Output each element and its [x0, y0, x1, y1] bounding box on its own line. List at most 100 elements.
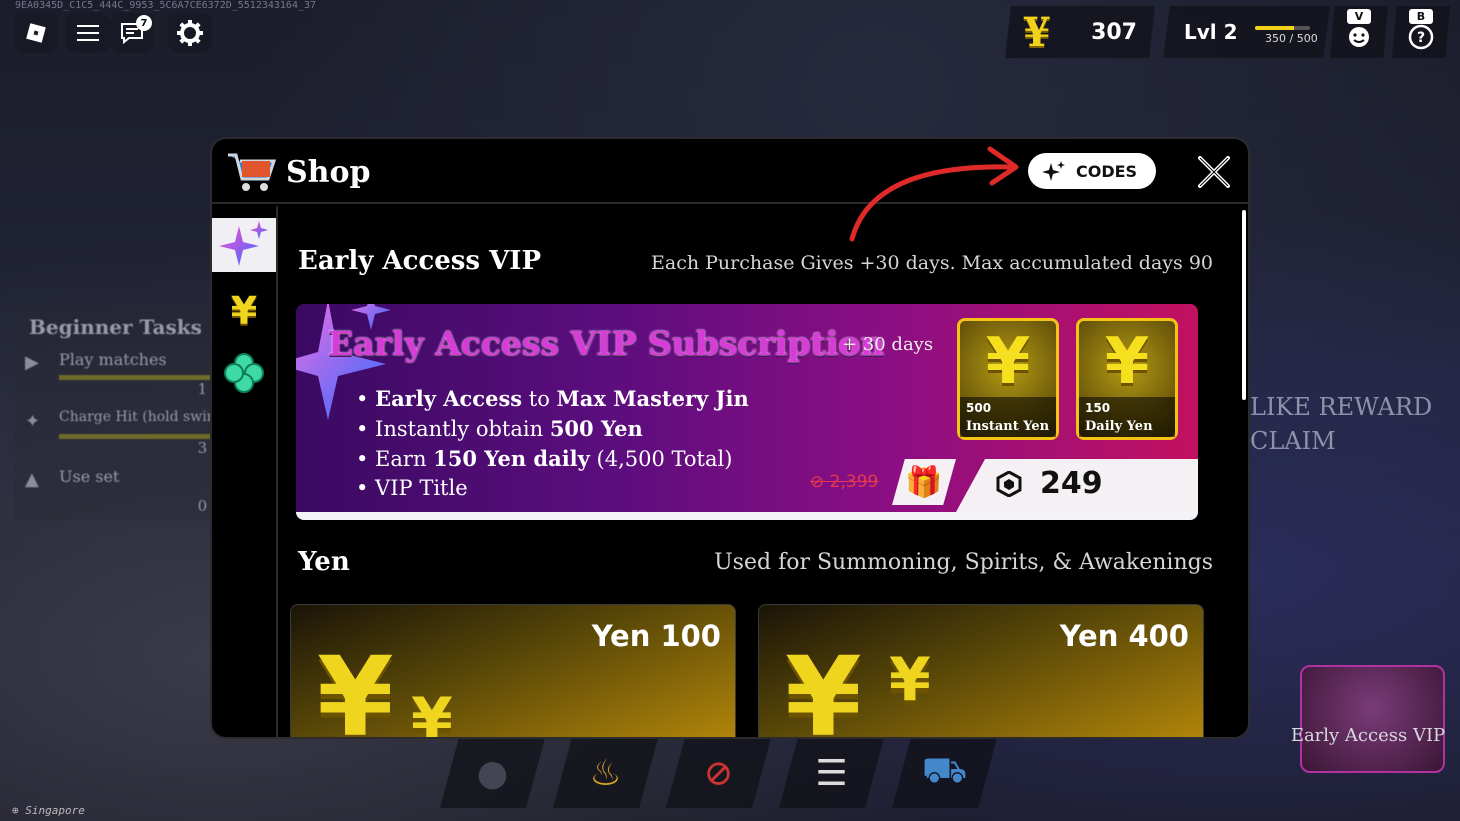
tab-yen[interactable]: ¥ — [212, 284, 276, 338]
robux-icon — [996, 471, 1022, 497]
sparkle-star-icon — [219, 221, 268, 266]
svg-text:?: ? — [1417, 30, 1425, 46]
yen-icon: ¥ — [985, 325, 1031, 399]
gift-button[interactable]: 🎁 — [892, 459, 956, 505]
old-price: ⊘ 2,399 — [810, 472, 879, 492]
yen-currency-panel: ¥ 307 — [1005, 6, 1155, 58]
like-reward-label: LIKE REWARD — [1250, 393, 1433, 421]
region-name: Singapore — [25, 804, 85, 817]
close-button[interactable] — [1195, 153, 1233, 191]
beginner-tasks-panel: Beginner Tasks ▶ Play matches 1 / ✦ Char… — [15, 305, 225, 520]
roblox-menu-button[interactable] — [14, 13, 58, 53]
yen-icon: ¥ — [1104, 325, 1150, 399]
vip-perks-list: • Early Access to Max Mastery Jin • Inst… — [356, 384, 749, 503]
vip-character-icon — [1300, 665, 1445, 773]
level-label: Lvl 2 — [1184, 20, 1238, 44]
shop-title: Shop — [286, 155, 371, 190]
hotbar: ● ♨ ⊘ ☰ ⛟ — [440, 738, 997, 808]
shop-content: Early Access VIP Each Purchase Gives +30… — [280, 206, 1248, 737]
hotbar-spirits-button[interactable]: ♨ — [553, 738, 658, 808]
vip-card-title: Early Access VIP Subscription — [328, 324, 885, 363]
vip-hud-label: Early Access VIP — [1290, 725, 1446, 746]
session-id: 9EA0345D_C1C5_444C_9953_5C6A7CE6372D_551… — [15, 0, 317, 11]
yen-pack-label: Yen 100 — [591, 619, 721, 653]
region-label: ⊕ Singapore — [12, 804, 85, 817]
perk-item: • Instantly obtain 500 Yen — [356, 416, 643, 441]
xp-bar-fill — [1255, 26, 1294, 30]
gift-icon: 🎁 — [905, 464, 943, 500]
like-reward-text: LIKE REWARD CLAIM — [1250, 390, 1432, 458]
task-name: Charge Hit (hold swing — [59, 409, 225, 425]
yen-amount: 307 — [1091, 19, 1137, 45]
gear-icon — [177, 20, 203, 46]
yen-pack-card[interactable]: ¥ ¥ Yen 400 — [758, 604, 1204, 739]
racket-icon: ⊘ — [703, 752, 734, 794]
shopping-cart-icon — [228, 153, 276, 191]
scrollbar[interactable] — [1242, 210, 1246, 400]
close-icon — [1198, 156, 1230, 188]
card-bottom-strip — [296, 512, 1198, 520]
shop-cart-icon: ⛟ — [921, 750, 968, 791]
hotbar-racket-button[interactable]: ⊘ — [666, 738, 771, 808]
roblox-logo-icon — [26, 23, 46, 43]
hotbar-shop-button[interactable]: ⛟ — [892, 738, 997, 808]
hamburger-icon — [77, 25, 99, 41]
flame-icon: ♨ — [589, 752, 622, 794]
early-access-vip-hud-button[interactable]: Early Access VIP — [1288, 625, 1448, 775]
yen-section-title: Yen — [298, 547, 350, 577]
yen-pack-card[interactable]: ¥ ¥ Yen 100 — [290, 604, 736, 739]
task-progress-bar — [59, 434, 219, 439]
xp-bar — [1255, 26, 1310, 30]
chat-button[interactable]: 7 — [110, 13, 154, 53]
yen-icon: ¥ — [230, 289, 258, 333]
level-panel: Lvl 2 350 / 500 — [1163, 6, 1330, 58]
key-hint-v: V — [1347, 9, 1371, 24]
yen-pack-label: Yen 400 — [1059, 619, 1189, 653]
task-progress-bar — [59, 375, 219, 380]
play-icon: ▶ — [25, 352, 39, 373]
shop-window: Shop CODES ¥ Early Access VIP Each Purch… — [210, 137, 1250, 739]
vip-section-subtitle: Each Purchase Gives +30 days. Max accumu… — [651, 252, 1213, 274]
vip-days: + 30 days — [842, 334, 934, 355]
reward-tile-daily-yen: ¥ 150 Daily Yen — [1076, 318, 1178, 440]
codes-label: CODES — [1076, 161, 1138, 181]
price-amount: 249 — [1040, 466, 1103, 501]
yen-section-subtitle: Used for Summoning, Spirits, & Awakening… — [714, 550, 1213, 575]
vip-section-title: Early Access VIP — [298, 246, 541, 276]
sparkle-icon — [1042, 161, 1065, 181]
hotbar-tasks-button[interactable]: ☰ — [779, 738, 884, 808]
hamburger-menu-button[interactable] — [66, 13, 110, 53]
reward-label: Instant Yen — [966, 419, 1050, 434]
codes-button[interactable]: CODES — [1028, 153, 1156, 189]
chat-badge: 7 — [136, 15, 152, 31]
yen-pile-icon: ¥ — [785, 633, 862, 739]
xp-text: 350 / 500 — [1265, 32, 1318, 45]
bell-icon: ▲ — [25, 469, 39, 490]
settings-button[interactable] — [168, 13, 212, 53]
checklist-icon: ☰ — [815, 752, 848, 794]
hotbar-character-button[interactable]: ● — [440, 738, 545, 808]
task-name: Use set — [59, 467, 120, 486]
yen-icon: ¥ — [889, 645, 931, 715]
tab-clover[interactable] — [212, 346, 276, 400]
help-question-icon: ? — [1408, 24, 1434, 50]
emote-button[interactable]: V — [1330, 6, 1388, 58]
vip-subscription-card[interactable]: Early Access VIP Subscription + 30 days … — [296, 304, 1198, 520]
reward-label: Daily Yen — [1085, 419, 1153, 434]
reward-tile-instant-yen: ¥ 500 Instant Yen — [957, 318, 1059, 440]
reward-amount: 500 — [966, 401, 992, 415]
shop-category-tabs: ¥ — [212, 206, 278, 737]
reward-amount: 150 — [1085, 401, 1111, 415]
swing-icon: ✦ — [25, 411, 41, 432]
perk-item: • VIP Title — [356, 476, 468, 500]
perk-item: • Earn 150 Yen daily (4,500 Total) — [356, 446, 733, 471]
perk-item: • Early Access to Max Mastery Jin — [356, 386, 749, 411]
yen-icon: ¥ — [1023, 8, 1051, 56]
key-hint-b: B — [1409, 9, 1433, 24]
shop-header: Shop CODES — [212, 139, 1248, 242]
yen-pile-icon: ¥ — [317, 633, 394, 739]
tab-vip[interactable] — [212, 218, 276, 272]
yen-icon: ¥ — [411, 685, 453, 739]
help-button[interactable]: B ? — [1392, 6, 1450, 58]
task-name: Play matches — [59, 350, 167, 369]
